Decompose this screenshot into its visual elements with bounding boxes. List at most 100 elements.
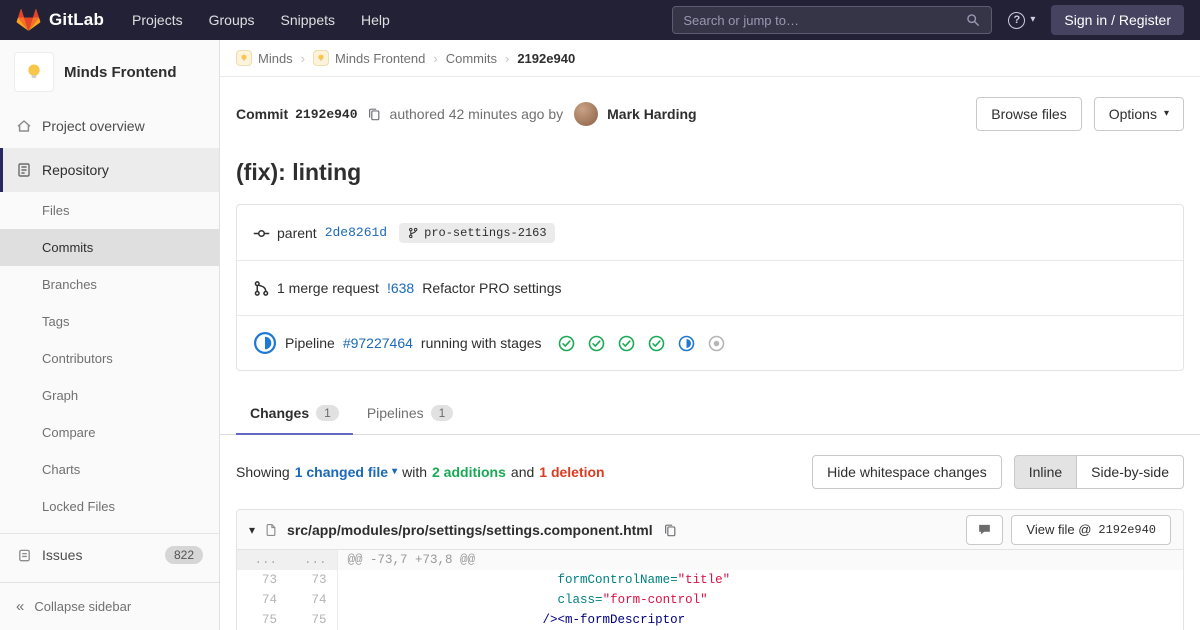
diff-summary-bar: Showing 1 changed file ▾ with 2 addition…	[220, 435, 1200, 509]
breadcrumb-group[interactable]: Minds	[236, 50, 293, 66]
pipeline-label: Pipeline	[285, 335, 335, 351]
diff-line: 75 75 /><m-formDescriptor	[237, 610, 1183, 630]
help-dropdown[interactable]: ? ▾	[1008, 12, 1035, 29]
pipeline-id-link[interactable]: #97227464	[343, 335, 413, 351]
changed-files-dropdown[interactable]: 1 changed file ▾	[295, 464, 397, 480]
code-line: /><m-formDescriptor	[337, 610, 1183, 630]
stage-success-icon[interactable]	[558, 335, 575, 352]
stage-success-icon[interactable]	[588, 335, 605, 352]
hide-whitespace-button[interactable]: Hide whitespace changes	[812, 455, 1002, 489]
commit-tabs: Changes 1 Pipelines 1	[220, 393, 1200, 435]
stage-success-icon[interactable]	[648, 335, 665, 352]
collapse-sidebar-button[interactable]: « Collapse sidebar	[0, 582, 219, 630]
search-icon	[965, 12, 981, 28]
inline-view-button[interactable]: Inline	[1014, 455, 1077, 489]
search-box[interactable]	[672, 6, 992, 34]
breadcrumb-project[interactable]: Minds Frontend	[313, 50, 425, 66]
breadcrumb-separator: ›	[301, 51, 305, 66]
breadcrumb-commits[interactable]: Commits	[446, 51, 497, 66]
collapse-diff-chevron[interactable]: ▾	[249, 523, 255, 537]
nav-help[interactable]: Help	[361, 12, 390, 28]
author-avatar	[574, 102, 598, 126]
breadcrumb-current-sha: 2192e940	[517, 51, 575, 66]
hunk-old-cell: ...	[237, 550, 287, 570]
sidebar-item-graph[interactable]: Graph	[0, 377, 219, 414]
sidebar-item-issues[interactable]: Issues 822	[0, 534, 219, 576]
code-line: formControlName="title"	[337, 570, 1183, 590]
copy-file-path-button[interactable]	[661, 521, 679, 539]
diff-line: 73 73 formControlName="title"	[237, 570, 1183, 590]
old-line-number[interactable]: 73	[237, 570, 287, 590]
lightbulb-icon	[23, 61, 45, 83]
copy-icon	[663, 523, 677, 537]
mr-count-text: 1 merge request	[277, 280, 379, 296]
branch-icon	[407, 227, 419, 239]
sidebar-item-project-overview[interactable]: Project overview	[0, 104, 219, 148]
project-context-link[interactable]: Minds Frontend	[0, 40, 219, 104]
gitlab-home-link[interactable]: GitLab	[16, 8, 104, 32]
issues-icon	[16, 547, 32, 563]
help-icon: ?	[1008, 12, 1025, 29]
sidebar-item-branches[interactable]: Branches	[0, 266, 219, 303]
options-dropdown-button[interactable]: Options ▾	[1094, 97, 1184, 131]
nav-projects[interactable]: Projects	[132, 12, 183, 28]
tab-changes[interactable]: Changes 1	[236, 393, 353, 435]
chevron-down-icon: ▾	[392, 467, 397, 477]
new-line-number[interactable]: 73	[287, 570, 337, 590]
new-line-number[interactable]: 75	[287, 610, 337, 630]
side-by-side-view-button[interactable]: Side-by-side	[1077, 455, 1184, 489]
toggle-comments-button[interactable]	[966, 515, 1003, 545]
stage-success-icon[interactable]	[618, 335, 635, 352]
top-navbar: GitLab Projects Groups Snippets Help ? ▾…	[0, 0, 1200, 40]
issues-count-badge: 822	[165, 546, 203, 564]
hunk-header-text: @@ -73,7 +73,8 @@	[337, 550, 1183, 570]
sidebar-item-compare[interactable]: Compare	[0, 414, 219, 451]
sidebar-item-repository[interactable]: Repository	[0, 148, 219, 192]
sidebar-item-contributors[interactable]: Contributors	[0, 340, 219, 377]
stage-running-icon[interactable]	[678, 335, 695, 352]
browse-files-button[interactable]: Browse files	[976, 97, 1081, 131]
old-line-number[interactable]: 75	[237, 610, 287, 630]
nav-snippets[interactable]: Snippets	[281, 12, 335, 28]
showing-text: Showing	[236, 464, 290, 480]
stage-created-icon[interactable]	[708, 335, 725, 352]
nav-groups[interactable]: Groups	[209, 12, 255, 28]
deletions-count: 1 deletion	[539, 464, 604, 480]
tab-pipelines[interactable]: Pipelines 1	[353, 393, 468, 435]
search-input[interactable]	[683, 13, 965, 28]
commit-icon	[253, 225, 269, 241]
author-name-link[interactable]: Mark Harding	[607, 106, 696, 122]
sidebar-item-commits[interactable]: Commits	[0, 229, 219, 266]
merge-request-row: 1 merge request !638 Refactor PRO settin…	[237, 260, 1183, 315]
commit-info-box: parent 2de8261d pro-settings-2163 1	[236, 204, 1184, 371]
sidebar-item-tags[interactable]: Tags	[0, 303, 219, 340]
new-line-number[interactable]: 74	[287, 590, 337, 610]
sidebar-item-locked-files[interactable]: Locked Files	[0, 488, 219, 525]
diff-file-header: ▾ src/app/modules/pro/settings/settings.…	[237, 510, 1183, 550]
chevron-down-icon: ▾	[1030, 15, 1035, 25]
commit-sha: 2192e940	[295, 107, 357, 122]
breadcrumb-separator: ›	[505, 51, 509, 66]
old-line-number[interactable]: 74	[237, 590, 287, 610]
copy-sha-button[interactable]	[365, 105, 383, 123]
pipeline-status-text: running with stages	[421, 335, 542, 351]
repository-icon	[16, 162, 32, 178]
diff-file-card: ▾ src/app/modules/pro/settings/settings.…	[236, 509, 1184, 630]
changes-count-badge: 1	[316, 405, 339, 421]
repository-sub-nav: Files Commits Branches Tags Contributors…	[0, 192, 219, 525]
view-file-button[interactable]: View file @ 2192e940	[1011, 515, 1171, 545]
hunk-new-cell: ...	[287, 550, 337, 570]
mr-id-link[interactable]: !638	[387, 280, 414, 296]
branch-ref-pill[interactable]: pro-settings-2163	[399, 223, 554, 243]
additions-count: 2 additions	[432, 464, 506, 480]
pipelines-count-badge: 1	[431, 405, 454, 421]
parent-row: parent 2de8261d pro-settings-2163	[237, 205, 1183, 260]
sidebar-item-charts[interactable]: Charts	[0, 451, 219, 488]
diff-line: 74 74 class="form-control"	[237, 590, 1183, 610]
with-text: with	[402, 464, 427, 480]
sign-in-button[interactable]: Sign in / Register	[1051, 5, 1184, 35]
parent-sha-link[interactable]: 2de8261d	[325, 225, 387, 240]
project-name: Minds Frontend	[64, 64, 177, 81]
primary-nav: Projects Groups Snippets Help	[132, 12, 390, 28]
sidebar-item-files[interactable]: Files	[0, 192, 219, 229]
